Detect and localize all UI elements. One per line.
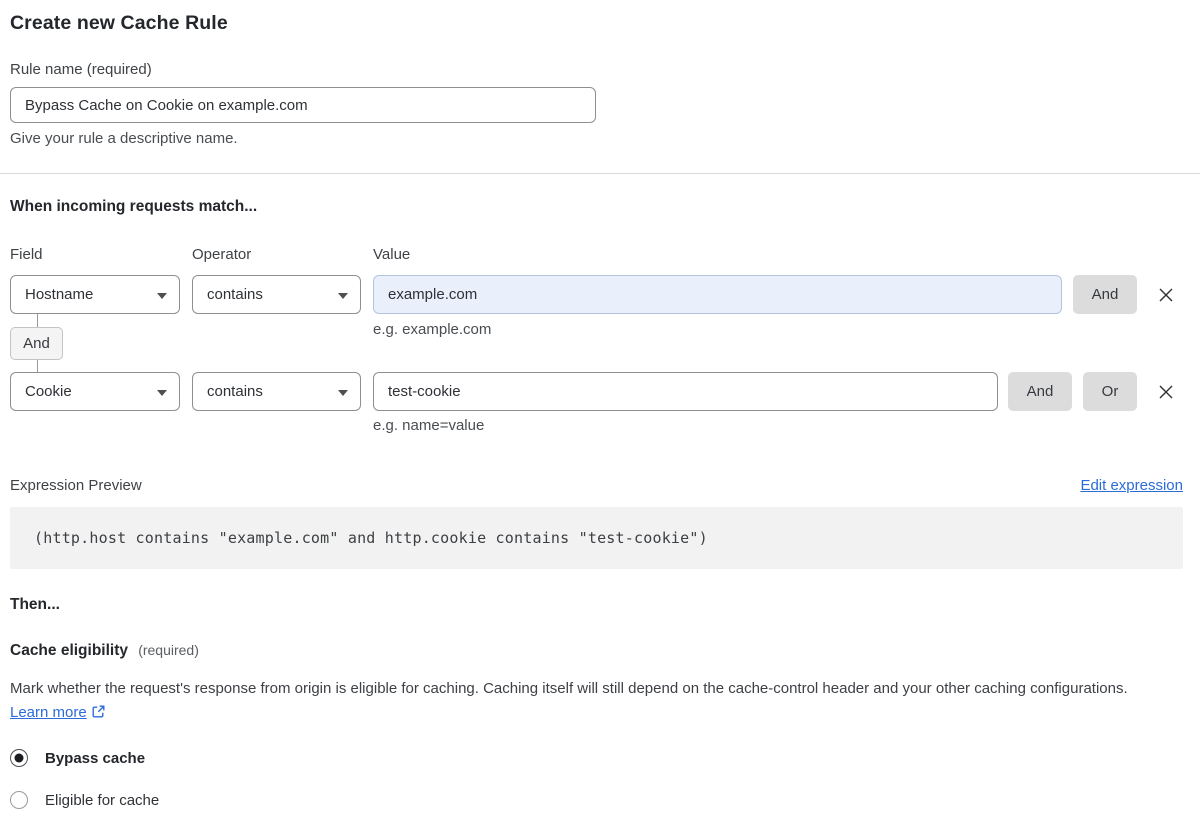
rule-name-input[interactable]: [10, 87, 596, 123]
radio-label: Bypass cache: [45, 749, 146, 767]
add-and-condition-button[interactable]: And: [1008, 372, 1072, 411]
edit-expression-link[interactable]: Edit expression: [1080, 477, 1183, 494]
value-hint: e.g. name=value: [373, 417, 485, 434]
expression-builder: Field Operator Value Hostname contains A…: [10, 246, 1183, 434]
close-icon: [1159, 385, 1173, 398]
field-select-value: Cookie: [25, 383, 72, 400]
cache-eligibility-title: Cache eligibility: [10, 642, 129, 659]
operator-select[interactable]: contains: [192, 275, 361, 314]
chevron-down-icon: [157, 292, 167, 299]
page-title: Create new Cache Rule: [10, 12, 228, 34]
match-heading: When incoming requests match...: [10, 198, 258, 215]
field-column-label: Field: [10, 246, 43, 263]
close-icon: [1159, 288, 1173, 301]
row-connector-area: e.g. example.com And: [10, 314, 1183, 372]
required-note: (required): [138, 642, 199, 658]
field-select[interactable]: Hostname: [10, 275, 180, 314]
cache-eligibility-description: Mark whether the request's response from…: [10, 677, 1170, 725]
rule-name-helper: Give your rule a descriptive name.: [10, 130, 238, 147]
operator-select[interactable]: contains: [192, 372, 361, 411]
chevron-down-icon: [157, 389, 167, 396]
radio-label: Eligible for cache: [45, 791, 160, 809]
remove-condition-button[interactable]: [1155, 275, 1177, 314]
expression-code-text: (http.host contains "example.com" and ht…: [34, 529, 708, 547]
operator-column-label: Operator: [192, 246, 252, 263]
value-input[interactable]: [373, 275, 1062, 314]
add-or-condition-button[interactable]: Or: [1083, 372, 1137, 411]
match-row: Hostname contains And: [10, 275, 1183, 314]
section-divider: [0, 173, 1200, 174]
radio-selected-icon[interactable]: [10, 749, 28, 767]
add-and-condition-button[interactable]: And: [1073, 275, 1137, 314]
radio-unselected-icon[interactable]: [10, 791, 28, 809]
and-connector-button[interactable]: And: [10, 327, 63, 360]
value-column-label: Value: [373, 246, 411, 263]
connector-line: [37, 314, 38, 327]
learn-more-link[interactable]: Learn more: [10, 704, 87, 721]
remove-condition-button[interactable]: [1155, 372, 1177, 411]
rule-name-label: Rule name (required): [10, 61, 152, 78]
eligible-for-cache-option[interactable]: Eligible for cache: [10, 791, 1183, 809]
connector-line: [37, 360, 38, 372]
field-select-value: Hostname: [25, 286, 94, 303]
external-link-icon: [92, 705, 105, 718]
cache-eligibility-heading: Cache eligibility (required): [10, 642, 1183, 660]
description-text: Mark whether the request's response from…: [10, 680, 1128, 697]
expression-preview-header: Expression Preview Edit expression: [10, 477, 1183, 494]
builder-column-labels: Field Operator Value: [10, 246, 1183, 263]
match-row: Cookie contains And Or: [10, 372, 1183, 411]
field-select[interactable]: Cookie: [10, 372, 180, 411]
value-hint: e.g. example.com: [373, 321, 492, 338]
expression-preview-label: Expression Preview: [10, 477, 142, 494]
chevron-down-icon: [338, 292, 348, 299]
expression-preview-code: (http.host contains "example.com" and ht…: [10, 507, 1183, 569]
chevron-down-icon: [338, 389, 348, 396]
operator-select-value: contains: [207, 286, 263, 303]
bypass-cache-option[interactable]: Bypass cache: [10, 749, 1183, 767]
create-cache-rule-page: Create new Cache Rule Rule name (require…: [0, 0, 1200, 829]
value-input[interactable]: [373, 372, 998, 411]
then-heading: Then...: [10, 596, 60, 613]
operator-select-value: contains: [207, 383, 263, 400]
